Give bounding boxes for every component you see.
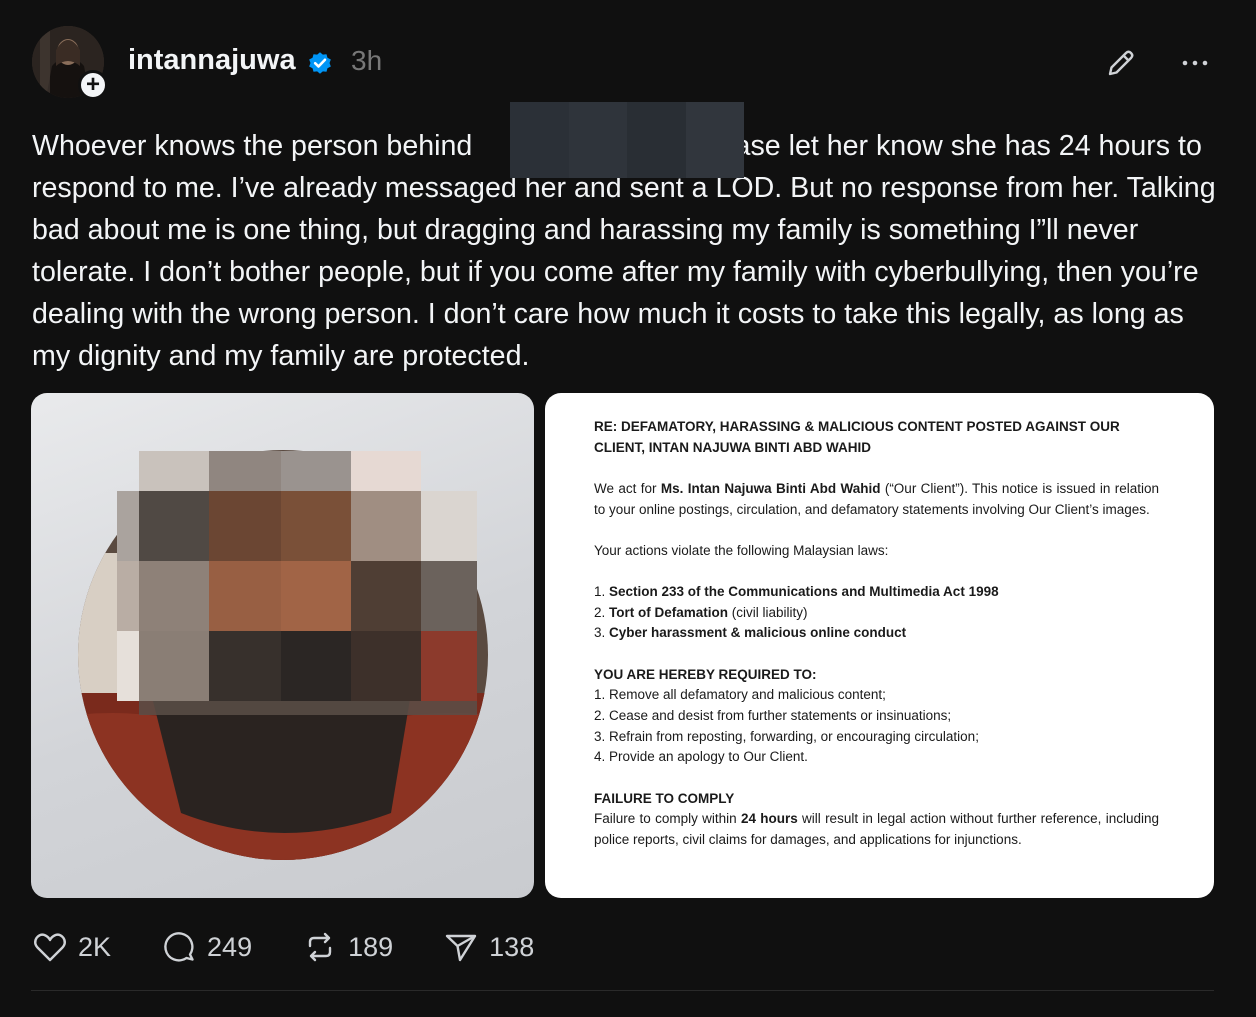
share-button[interactable]: 138 [443,929,534,965]
like-count: 2K [78,931,112,962]
notice-law-2: 2. Tort of Defamation (civil liability) [594,604,808,620]
post-text-part-1: Whoever knows the person behind [32,130,473,162]
notice-req-2: 2. Cease and desist from further stateme… [594,708,952,724]
notice-req-4: 4. Provide an apology to Our Client. [594,749,808,765]
notice-failure-text: Failure to comply within 24 hours will r… [594,811,1159,848]
verified-badge-icon [309,52,331,74]
repost-count: 189 [348,931,394,962]
avatar[interactable]: + [32,26,108,100]
more-options-icon[interactable] [1178,46,1212,80]
notice-law-3: 3. Cyber harassment & malicious online c… [594,625,907,641]
notice-failure-heading: FAILURE TO COMPLY [594,790,735,806]
notice-required-heading: YOU ARE HEREBY REQUIRED TO: [594,666,817,682]
repost-button[interactable]: 189 [302,929,393,965]
notice-intro: We act for Ms. Intan Najuwa Binti Abd Wa… [594,480,1159,517]
legal-notice-document: RE: DEFAMATORY, HARASSING & MALICIOUS CO… [594,417,1159,851]
notice-laws-intro: Your actions violate the following Malay… [594,542,889,558]
like-button[interactable]: 2K [32,929,111,965]
heart-icon [34,933,66,962]
follow-plus-icon[interactable]: + [78,70,108,100]
send-icon [445,934,477,962]
username[interactable]: intannajuwa [128,44,296,77]
edit-icon[interactable] [1104,46,1138,80]
post-time: 3h [351,45,383,76]
comment-icon [164,932,194,962]
notice-law-1: 1. Section 233 of the Communications and… [594,584,999,600]
reply-button[interactable]: 249 [161,929,252,965]
notice-heading: RE: DEFAMATORY, HARASSING & MALICIOUS CO… [594,419,1120,455]
legal-notice-image[interactable]: RE: DEFAMATORY, HARASSING & MALICIOUS CO… [545,393,1214,898]
repost-icon [308,932,332,962]
action-bar: 2K 249 189 138 [32,925,584,969]
reply-count: 249 [207,931,253,962]
share-count: 138 [489,931,535,962]
notice-req-1: 1. Remove all defamatory and malicious c… [594,687,886,703]
divider [31,990,1214,991]
pixelated-photo[interactable] [31,393,534,898]
redaction-block [510,102,744,178]
notice-req-3: 3. Refrain from reposting, forwarding, o… [594,728,979,744]
